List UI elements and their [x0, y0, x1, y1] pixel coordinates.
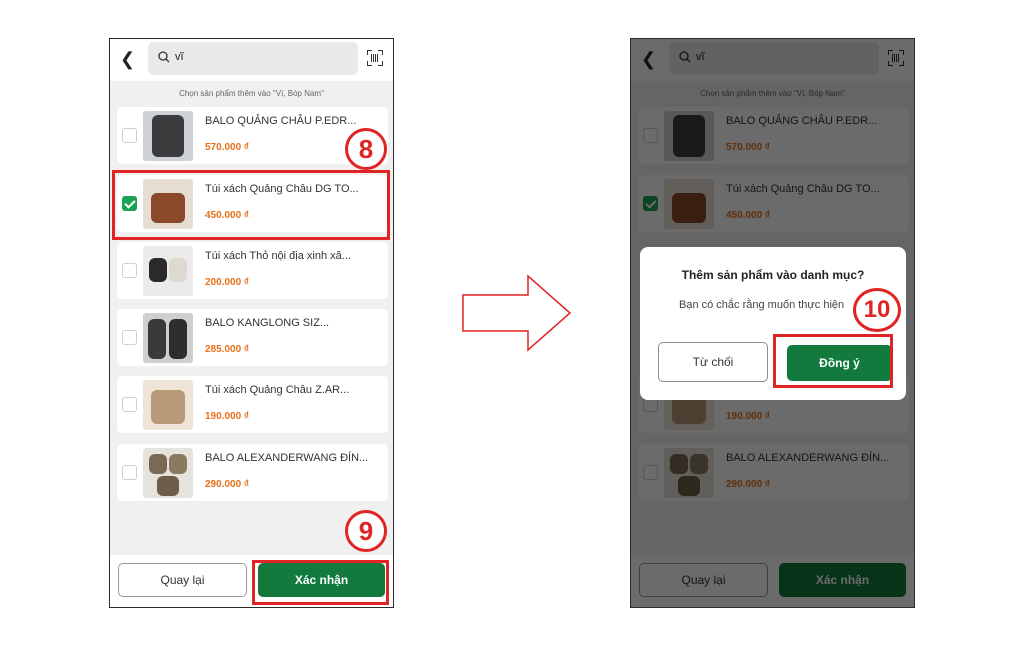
- product-price: 285.000 ₫: [205, 344, 250, 355]
- tutorial-stage: ❮ vĩ Chọn sản phẩm thêm vào "Ví, Bóp Nam…: [0, 0, 1024, 647]
- highlight-accept-button: [773, 334, 893, 388]
- chevron-left-icon[interactable]: ❮: [120, 49, 135, 69]
- product-name: Túi xách Quảng Châu Z.AR...: [205, 384, 350, 396]
- product-checkbox[interactable]: [122, 263, 137, 278]
- product-row[interactable]: Túi xách Thỏ nội địa xinh xă... 200.000 …: [117, 242, 388, 299]
- back-button[interactable]: Quay lại: [118, 563, 247, 597]
- step-10-marker: 10: [853, 288, 901, 332]
- product-row[interactable]: BALO KANGLONG SIZ... 285.000 ₫: [117, 309, 388, 366]
- instruction-text: Chọn sản phẩm thêm vào "Ví, Bóp Nam": [179, 89, 324, 98]
- product-row[interactable]: Túi xách Quảng Châu Z.AR... 190.000 ₫: [117, 376, 388, 433]
- highlight-confirm-button: [252, 560, 389, 605]
- product-price: 570.000 ₫: [205, 142, 250, 153]
- product-price: 200.000 ₫: [205, 277, 250, 288]
- product-checkbox[interactable]: [122, 397, 137, 412]
- right-arrow-icon: [462, 274, 572, 352]
- product-price: 190.000 ₫: [205, 411, 250, 422]
- reject-button[interactable]: Từ chối: [658, 342, 768, 382]
- product-thumbnail: [143, 313, 193, 363]
- top-bar: ❮ vĩ: [110, 39, 393, 81]
- product-name: BALO ALEXANDERWANG ĐÍN...: [205, 452, 369, 464]
- step-8-marker: 8: [345, 128, 387, 170]
- product-name: BALO QUẢNG CHÂU P.EDR...: [205, 115, 357, 127]
- search-query: vĩ: [175, 51, 184, 63]
- product-thumbnail: [143, 448, 193, 498]
- product-name: Túi xách Thỏ nội địa xinh xă...: [205, 250, 351, 262]
- product-thumbnail: [143, 111, 193, 161]
- step-9-marker: 9: [345, 510, 387, 552]
- product-row[interactable]: BALO ALEXANDERWANG ĐÍN... 290.000 ₫: [117, 444, 388, 501]
- product-thumbnail: [143, 380, 193, 430]
- product-thumbnail: [143, 246, 193, 296]
- search-input[interactable]: vĩ: [148, 42, 358, 75]
- barcode-scan-icon[interactable]: [367, 50, 383, 66]
- dialog-title: Thêm sản phẩm vào danh mục?: [681, 268, 865, 282]
- magnifier-icon: [158, 51, 170, 63]
- dialog-message: Bạn có chắc rằng muốn thực hiện: [679, 299, 845, 311]
- product-checkbox[interactable]: [122, 128, 137, 143]
- product-checkbox[interactable]: [122, 465, 137, 480]
- product-price: 290.000 ₫: [205, 479, 250, 490]
- product-name: BALO KANGLONG SIZ...: [205, 317, 330, 329]
- product-checkbox[interactable]: [122, 330, 137, 345]
- highlight-selected-product: [112, 170, 390, 240]
